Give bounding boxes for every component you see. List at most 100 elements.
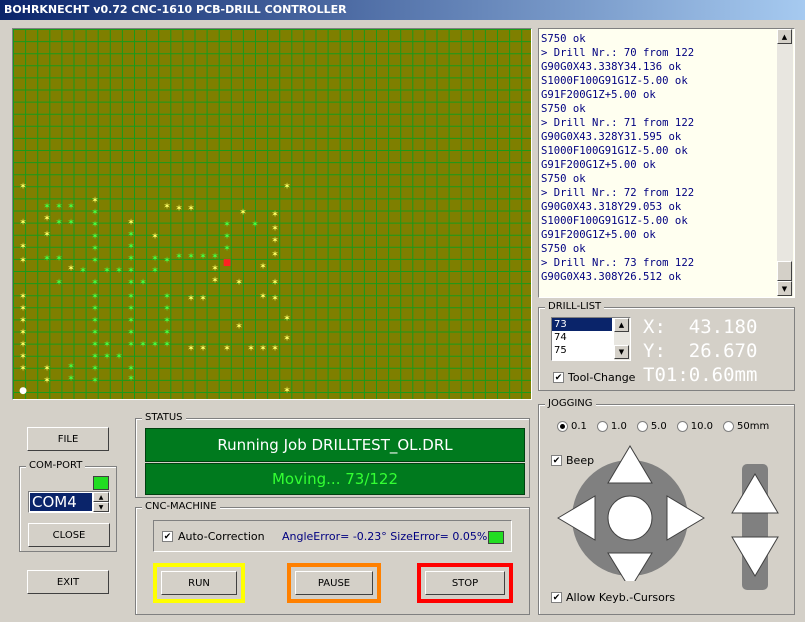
tool-change-checkbox[interactable]: ✔ Tool-Change xyxy=(553,371,635,384)
file-button[interactable]: FILE xyxy=(27,427,109,451)
stop-button-frame: STOP xyxy=(417,563,513,603)
drill-hole-marker: ✶ xyxy=(127,254,135,264)
drill-hole-marker: ✶ xyxy=(239,208,247,218)
autocorrection-check-icon[interactable]: ✔ xyxy=(162,531,173,542)
scroll-up-icon[interactable]: ▲ xyxy=(777,29,792,44)
radio-icon[interactable] xyxy=(596,421,608,432)
allow-keys-checkbox[interactable]: ✔ Allow Keyb.-Cursors xyxy=(551,591,675,604)
drill-hole-marker: ✶ xyxy=(127,340,135,350)
comport-down-icon[interactable]: ▼ xyxy=(93,502,109,512)
drill-hole-marker: ✶ xyxy=(43,214,51,224)
console-line: > Drill Nr.: 72 from 122 xyxy=(541,187,695,199)
jog-pad[interactable] xyxy=(554,441,714,581)
drill-hole-marker: ✶ xyxy=(271,344,279,354)
board-canvas[interactable]: ✶ ✶ ✶ ✶ ✶ ✶ ✶ ✶ ✶ ✶ ✶ ✶ ✶ ✶ ✶ ✶ ✶ ✶ ✶ ✶ ✶ ✶ ✶ ✶ ✶ ✶ ✶ ✶ ✶ ✶ ✶ ✶ ✶ ✶ ✶ ✶ ✶ ✶ ✶ ✶… xyxy=(13,29,531,399)
console-line: S1000F100G91G1Z-5.00 ok xyxy=(541,145,688,157)
drill-hole-marker: ✶ xyxy=(55,202,63,212)
autocorrection-panel: ✔ Auto-Correction AngleError= -0.23° Siz… xyxy=(153,520,512,552)
drill-hole-marker: ✶ xyxy=(247,344,255,354)
autocorrection-checkbox[interactable]: ✔ Auto-Correction xyxy=(162,530,265,543)
console-line: G91F200G1Z+5.00 ok xyxy=(541,159,656,171)
console-line: > Drill Nr.: 70 from 122 xyxy=(541,47,695,59)
z-axis-jog[interactable] xyxy=(729,460,789,595)
drill-hole-marker: ✶ xyxy=(91,316,99,326)
step-label: 50mm xyxy=(736,421,770,432)
step-radio[interactable]: 0.1 xyxy=(557,421,587,432)
drill-hole-marker: ✶ xyxy=(91,328,99,338)
drill-hole-marker: ✶ xyxy=(211,264,219,274)
drill-hole-marker: ✶ xyxy=(19,364,27,374)
console-box[interactable]: S750 ok > Drill Nr.: 70 from 122 G90G0X43.… xyxy=(538,28,795,298)
drill-hole-marker: ✶ xyxy=(283,182,291,192)
status-label: STATUS xyxy=(142,412,186,424)
scroll-down-icon[interactable]: ▼ xyxy=(777,281,792,296)
drill-hole-marker: ✶ xyxy=(19,242,27,252)
drill-list-item[interactable]: 73 xyxy=(552,318,612,331)
drill-listbox[interactable]: 73 74 75 ▲ ▼ xyxy=(551,317,631,361)
drill-hole-marker: ✶ xyxy=(91,208,99,218)
comport-select[interactable]: COM4 ▲ ▼ xyxy=(28,491,110,513)
console-scrollbar[interactable]: ▲ ▼ xyxy=(777,29,793,296)
allow-keys-check-icon[interactable]: ✔ xyxy=(551,592,562,603)
console-log: S750 ok > Drill Nr.: 70 from 122 G90G0X43.… xyxy=(539,29,779,298)
drill-hole-marker: ✶ xyxy=(19,256,27,266)
pause-button-frame: PAUSE xyxy=(287,563,381,603)
drill-scroll-up-icon[interactable]: ▲ xyxy=(614,318,629,332)
board-view[interactable]: ✶ ✶ ✶ ✶ ✶ ✶ ✶ ✶ ✶ ✶ ✶ ✶ ✶ ✶ ✶ ✶ ✶ ✶ ✶ ✶ ✶ ✶ ✶ ✶ ✶ ✶ ✶ ✶ ✶ ✶ ✶ ✶ ✶ ✶ ✶ ✶ ✶ ✶ ✶ ✶… xyxy=(12,28,532,400)
z-down-arrow-icon[interactable] xyxy=(731,536,779,577)
step-label: 1.0 xyxy=(610,421,627,432)
drill-hole-marker: ✶ xyxy=(163,304,171,314)
drill-hole-marker: ✶ xyxy=(19,340,27,350)
radio-icon[interactable] xyxy=(722,421,734,432)
drill-list-scrollbar[interactable]: ▲ ▼ xyxy=(614,318,630,360)
console-line: S750 ok xyxy=(541,103,586,115)
console-line: G91F200G1Z+5.00 ok xyxy=(541,229,656,241)
drill-hole-marker: ✶ xyxy=(211,276,219,286)
stop-button[interactable]: STOP xyxy=(425,571,505,595)
drill-hole-marker: ✶ xyxy=(259,292,267,302)
drill-hole-marker: ✶ xyxy=(271,250,279,260)
jog-center-button[interactable] xyxy=(607,495,653,541)
radio-icon[interactable] xyxy=(636,421,648,432)
drill-scroll-down-icon[interactable]: ▼ xyxy=(614,345,629,359)
drill-hole-marker: ✶ xyxy=(139,278,147,288)
radio-icon[interactable] xyxy=(676,421,688,432)
drill-hole-marker: ✶ xyxy=(175,252,183,262)
comport-up-icon[interactable]: ▲ xyxy=(93,492,109,502)
drill-hole-marker: ✶ xyxy=(199,294,207,304)
step-radio[interactable]: 50mm xyxy=(722,421,770,432)
jogging-label: JOGGING xyxy=(545,398,596,410)
step-radio[interactable]: 10.0 xyxy=(676,421,713,432)
drill-list-item[interactable]: 74 xyxy=(552,331,612,344)
z-up-arrow-icon[interactable] xyxy=(731,473,779,514)
drill-hole-marker: ✶ xyxy=(19,304,27,314)
drill-hole-marker: ✶ xyxy=(115,266,123,276)
tool-change-check-icon[interactable]: ✔ xyxy=(553,372,564,383)
drill-hole-marker: ✶ xyxy=(187,344,195,354)
scroll-thumb[interactable] xyxy=(777,261,792,281)
console-line: S1000F100G91G1Z-5.00 ok xyxy=(541,215,688,227)
drill-hole-marker: ✶ xyxy=(127,328,135,338)
step-radio[interactable]: 1.0 xyxy=(596,421,627,432)
drill-hole-marker: ✶ xyxy=(91,376,99,386)
console-line: G90G0X43.308Y26.512 ok xyxy=(541,271,682,283)
step-radio[interactable]: 5.0 xyxy=(636,421,667,432)
drill-hole-marker: ✶ xyxy=(127,242,135,252)
close-button[interactable]: CLOSE xyxy=(28,523,110,547)
drill-list-item[interactable]: 75 xyxy=(552,344,612,357)
drill-hole-marker: ✶ xyxy=(151,254,159,264)
run-button[interactable]: RUN xyxy=(161,571,237,595)
drill-hole-marker: ✶ xyxy=(67,218,75,228)
pause-button[interactable]: PAUSE xyxy=(295,571,373,595)
drill-hole-marker: ✶ xyxy=(127,374,135,384)
drill-hole-marker: ✶ xyxy=(251,220,259,230)
drill-hole-marker: ✶ xyxy=(127,316,135,326)
exit-button[interactable]: EXIT xyxy=(27,570,109,594)
drill-hole-marker: ✶ xyxy=(19,328,27,338)
drill-hole-marker: ✶ xyxy=(283,386,291,396)
progress-status-bar: Moving... 73/122 xyxy=(145,463,525,495)
job-status-bar: Running Job DRILLTEST_OL.DRL xyxy=(145,428,525,462)
radio-icon[interactable] xyxy=(557,421,568,432)
drill-hole-marker: ✶ xyxy=(43,202,51,212)
console-line: G90G0X43.318Y29.053 ok xyxy=(541,201,682,213)
